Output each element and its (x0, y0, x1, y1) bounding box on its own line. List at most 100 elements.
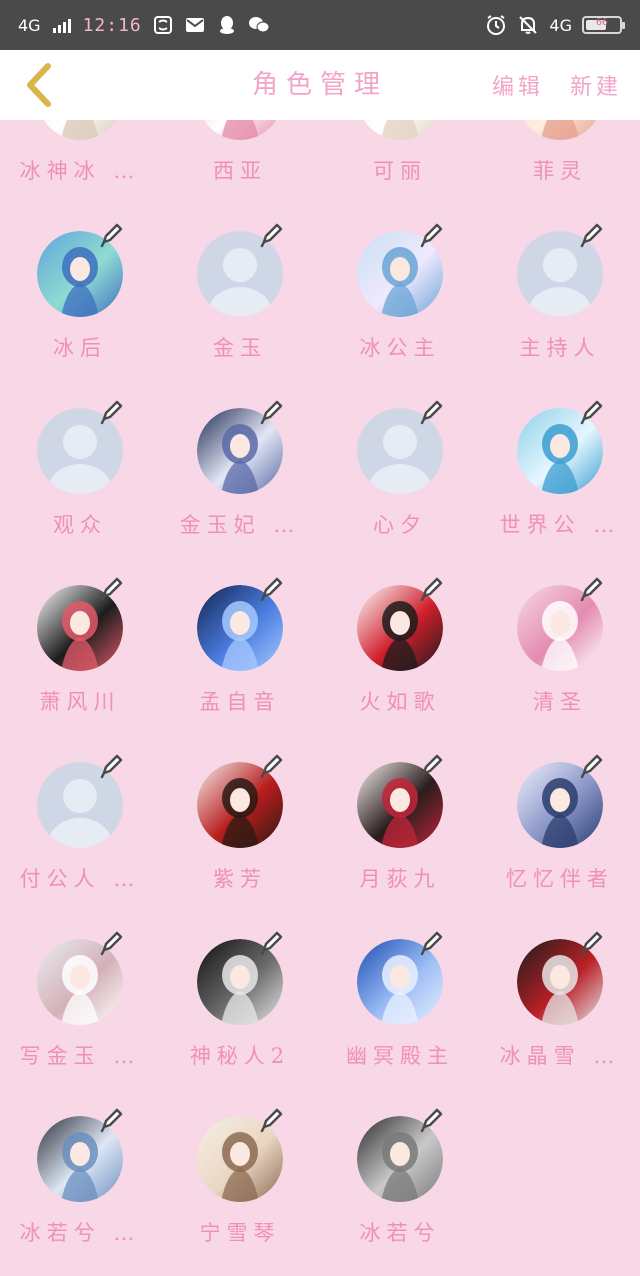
new-button[interactable]: 新建 (570, 69, 622, 101)
character-card[interactable]: 写金玉 … (0, 910, 160, 1087)
character-card[interactable]: 神秘人2 (160, 910, 320, 1087)
character-name: 冰晶雪 … (499, 1044, 621, 1068)
status-right: 4G 66 (485, 14, 625, 36)
character-avatar[interactable] (517, 120, 603, 140)
character-name: 忆忆伴者 (506, 867, 614, 891)
character-card[interactable]: 冰若兮 … (0, 1087, 160, 1264)
network-label-right: 4G (549, 15, 572, 35)
character-card[interactable]: 可丽 (320, 120, 480, 202)
character-name: 萧风川 (39, 690, 121, 714)
character-name: 冰若兮 … (19, 1221, 141, 1245)
character-card[interactable]: 观众 (0, 379, 160, 556)
character-portrait (523, 120, 597, 140)
character-name: 金玉妃 … (179, 513, 301, 537)
character-portrait (43, 120, 117, 140)
mute-bell-icon (517, 14, 539, 36)
header-actions: 编辑 新建 (492, 50, 622, 120)
character-card[interactable]: 冰后 (0, 202, 160, 379)
character-name: 主持人 (519, 336, 601, 360)
back-button[interactable] (14, 58, 64, 112)
pencil-icon[interactable] (258, 399, 284, 425)
pencil-icon[interactable] (258, 930, 284, 956)
character-card[interactable]: 菲灵 (480, 120, 640, 202)
character-name: 付公人 … (19, 867, 141, 891)
pencil-icon[interactable] (98, 222, 124, 248)
pencil-icon[interactable] (98, 399, 124, 425)
character-card[interactable]: 冰晶雪 … (480, 910, 640, 1087)
pencil-icon[interactable] (418, 930, 444, 956)
character-name: 宁雪琴 (199, 1221, 281, 1245)
character-card[interactable]: 世界公 … (480, 379, 640, 556)
character-name: 清圣 (533, 690, 587, 714)
character-avatar[interactable] (37, 120, 123, 140)
pencil-icon[interactable] (418, 1107, 444, 1133)
pencil-icon[interactable] (418, 399, 444, 425)
character-card[interactable]: 火如歌 (320, 556, 480, 733)
character-card[interactable]: 萧风川 (0, 556, 160, 733)
pencil-icon[interactable] (98, 576, 124, 602)
character-card[interactable]: 西亚 (160, 120, 320, 202)
pencil-icon[interactable] (98, 930, 124, 956)
character-name: 月荻九 (359, 867, 441, 891)
character-name: 菲灵 (533, 159, 587, 183)
pencil-icon[interactable] (578, 222, 604, 248)
pencil-icon[interactable] (98, 1107, 124, 1133)
character-card[interactable]: 冰公主 (320, 202, 480, 379)
character-name: 紫芳 (213, 867, 267, 891)
pencil-icon[interactable] (418, 753, 444, 779)
pencil-icon[interactable] (578, 753, 604, 779)
pencil-icon[interactable] (418, 222, 444, 248)
character-avatar[interactable] (197, 120, 283, 140)
character-card[interactable]: 金玉妃 … (160, 379, 320, 556)
wechat-icon (248, 14, 270, 36)
character-card[interactable]: 忆忆伴者 (480, 733, 640, 910)
character-name: 幽冥殿主 (346, 1044, 454, 1068)
character-card[interactable]: 付公人 … (0, 733, 160, 910)
character-card[interactable]: 宁雪琴 (160, 1087, 320, 1264)
character-card[interactable]: 冰神冰 … (0, 120, 160, 202)
character-name: 火如歌 (359, 690, 441, 714)
character-name: 冰神冰 … (19, 159, 141, 183)
character-name: 孟自音 (199, 690, 281, 714)
pencil-icon[interactable] (578, 930, 604, 956)
character-name: 世界公 … (499, 513, 621, 537)
character-name: 冰若兮 (359, 1221, 441, 1245)
edit-button[interactable]: 编辑 (492, 69, 544, 101)
character-name: 写金玉 … (19, 1044, 141, 1068)
character-card[interactable]: 清圣 (480, 556, 640, 733)
character-grid-viewport[interactable]: 冰神冰 … 西亚 可丽 菲灵冰后 金玉 冰公主 主持人观众 金玉妃 … 心夕 世界公 … 萧风川 孟自… (0, 120, 640, 1276)
app-header: 角色管理 编辑 新建 (0, 50, 640, 120)
character-card[interactable]: 紫芳 (160, 733, 320, 910)
character-avatar[interactable] (357, 120, 443, 140)
pencil-icon[interactable] (258, 1107, 284, 1133)
qq-icon (216, 14, 238, 36)
character-card[interactable]: 幽冥殿主 (320, 910, 480, 1087)
character-card[interactable]: 冰若兮 (320, 1087, 480, 1264)
network-label: 4G (18, 15, 41, 35)
pencil-icon[interactable] (578, 399, 604, 425)
pencil-icon[interactable] (258, 576, 284, 602)
character-name: 西亚 (213, 159, 267, 183)
character-name: 金玉 (213, 336, 267, 360)
pencil-icon[interactable] (258, 753, 284, 779)
status-bar: 4G 12:16 4G 66 (0, 0, 640, 50)
character-card[interactable]: 心夕 (320, 379, 480, 556)
character-grid: 冰神冰 … 西亚 可丽 菲灵冰后 金玉 冰公主 主持人观众 金玉妃 … 心夕 世界公 … 萧风川 孟自… (0, 120, 640, 1264)
pencil-icon[interactable] (98, 753, 124, 779)
mail-icon (184, 14, 206, 36)
character-card[interactable]: 孟自音 (160, 556, 320, 733)
battery-text: 66 (595, 17, 609, 28)
character-card[interactable]: 金玉 (160, 202, 320, 379)
character-card[interactable]: 主持人 (480, 202, 640, 379)
app-notification-icon (152, 14, 174, 36)
character-name: 冰公主 (359, 336, 441, 360)
character-name: 观众 (53, 513, 107, 537)
character-card[interactable]: 月荻九 (320, 733, 480, 910)
battery-icon: 66 (582, 16, 625, 34)
chevron-left-icon (27, 63, 51, 107)
alarm-icon (485, 14, 507, 36)
pencil-icon[interactable] (258, 222, 284, 248)
character-portrait (363, 120, 437, 140)
pencil-icon[interactable] (578, 576, 604, 602)
pencil-icon[interactable] (418, 576, 444, 602)
